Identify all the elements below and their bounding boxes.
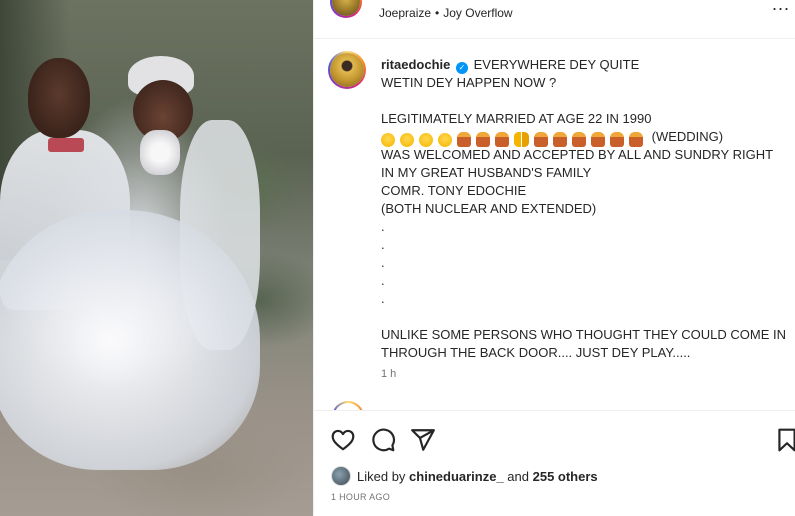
header-username[interactable]: Joepraize [379, 6, 431, 20]
caption-username[interactable]: ritaedochie [381, 57, 450, 72]
caption-emoji-line: (WEDDING) [381, 128, 791, 148]
comment-icon[interactable] [370, 427, 396, 453]
grinning-face-icon [381, 132, 395, 147]
person-icon [495, 132, 509, 148]
caption-line: IN MY GREAT HUSBAND'S FAMILY [381, 165, 592, 180]
caption-line: WAS WELCOMED AND ACCEPTED BY ALL AND SUN… [381, 147, 774, 162]
people-icon [553, 132, 567, 148]
post-header: Joepraize • Joy Overflow ... [314, 0, 795, 34]
post-caption: ritaedochie ✓ EVERYWHERE DEY QUITE WETIN… [381, 56, 791, 362]
caption-line: (BOTH NUCLEAR AND EXTENDED) [381, 201, 597, 216]
emoji-line-suffix: (WEDDING) [651, 129, 724, 144]
share-icon[interactable] [410, 427, 436, 453]
header-audio-link[interactable]: Joy Overflow [443, 6, 512, 20]
caption-line: WETIN DEY HAPPEN NOW ? [381, 75, 557, 90]
caption-line: . [381, 237, 385, 252]
caption-avatar-image [330, 53, 364, 87]
photo-bouquet [140, 130, 180, 175]
photo-bow-tie [48, 138, 84, 152]
caption-line: COMR. TONY EDOCHIE [381, 183, 527, 198]
photo-groom-face [28, 58, 90, 138]
caption-line: THROUGH THE BACK DOOR.... JUST DEY PLAY.… [381, 345, 691, 360]
header-avatar[interactable] [330, 0, 362, 18]
post-details-panel: Joepraize • Joy Overflow ... ritaedochie ✓… [313, 0, 795, 516]
photo-wedding-dress [0, 210, 260, 470]
post-photo[interactable] [0, 0, 313, 516]
more-options-icon[interactable]: ... [772, 0, 790, 15]
caption-avatar[interactable] [328, 51, 366, 89]
caption-line: . [381, 273, 385, 288]
header-divider [314, 38, 795, 39]
save-bookmark-icon[interactable] [774, 427, 795, 453]
likes-middle: and [503, 469, 533, 484]
caption-first-line: ritaedochie ✓ EVERYWHERE DEY QUITE [381, 56, 791, 74]
people-icon [591, 132, 605, 148]
caption-line [381, 92, 791, 110]
caption-line: LEGITIMATELY MARRIED AT AGE 22 IN 1990 [381, 111, 652, 126]
header-avatar-image [332, 0, 360, 16]
verified-badge-icon: ✓ [455, 62, 468, 74]
liker-avatar[interactable] [331, 466, 351, 486]
person-icon [572, 132, 586, 148]
couple-icon [514, 132, 529, 148]
person-icon [457, 132, 471, 148]
header-separator: • [435, 6, 440, 20]
people-icon [476, 132, 490, 148]
beaming-face-icon [438, 132, 452, 147]
caption-line: . [381, 219, 385, 234]
grinning-face-icon [419, 132, 433, 147]
caption-line [381, 308, 791, 326]
likes-prefix: Liked by [357, 469, 410, 484]
caption-line: UNLIKE SOME PERSONS WHO THOUGHT THEY COU… [381, 327, 786, 342]
posted-time[interactable]: 1 HOUR AGO [331, 492, 390, 502]
caption-line: . [381, 255, 385, 270]
header-meta: Joepraize • Joy Overflow [379, 6, 513, 20]
caption-line: . [381, 291, 385, 306]
like-heart-icon[interactable] [330, 427, 356, 453]
liker-username[interactable]: chineduarinze_ [409, 469, 504, 484]
caption-first-line-text: EVERYWHERE DEY QUITE [469, 57, 640, 72]
person-icon [629, 132, 643, 148]
likes-count[interactable]: 255 others [533, 469, 598, 484]
person-icon [534, 132, 548, 148]
caption-timestamp[interactable]: 1 h [381, 368, 396, 380]
action-bar [314, 410, 795, 464]
likes-summary: Liked by chineduarinze_ and 255 others [331, 466, 598, 488]
people-icon [610, 132, 624, 148]
smiling-face-icon [400, 132, 414, 147]
